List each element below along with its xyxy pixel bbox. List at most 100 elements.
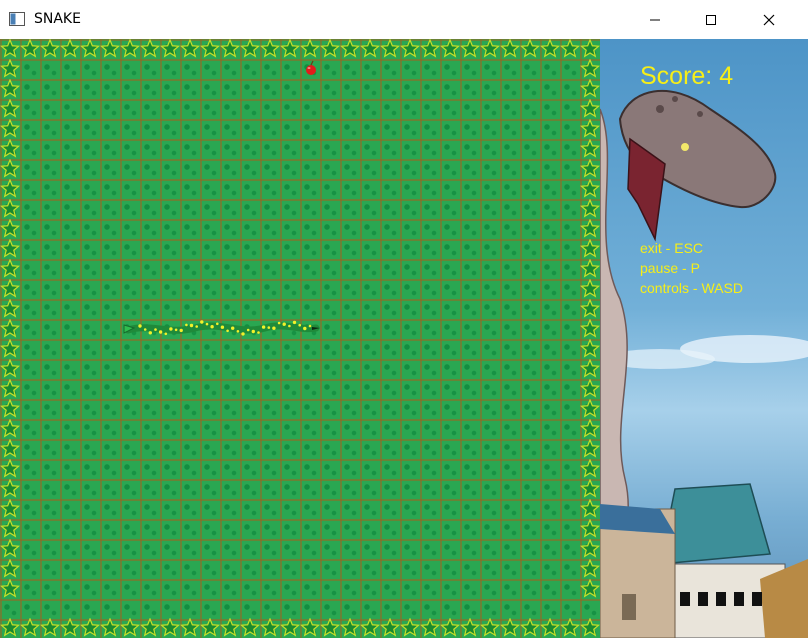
snake-spot xyxy=(261,325,266,329)
border-star-icon xyxy=(480,39,500,58)
app-window-icon xyxy=(9,12,25,26)
border-star-icon xyxy=(140,618,160,637)
border-star-icon xyxy=(240,618,260,637)
border-star-icon xyxy=(20,618,40,637)
close-icon xyxy=(763,14,775,25)
border-star-icon xyxy=(440,618,460,637)
snake-spot xyxy=(292,320,297,325)
border-star-icon xyxy=(440,39,460,58)
snake-spot xyxy=(138,324,142,328)
border-star-icon xyxy=(180,618,200,637)
snake-spot xyxy=(298,323,302,327)
border-star-icon xyxy=(540,618,560,637)
border-star-icon xyxy=(300,618,320,637)
snake-spot xyxy=(179,328,183,333)
border-star-icon xyxy=(540,39,560,58)
snake-spot xyxy=(226,329,229,333)
border-star-icon xyxy=(200,39,220,58)
border-star-icon xyxy=(40,39,60,58)
game-board[interactable] xyxy=(0,39,600,638)
border-star-icon xyxy=(380,618,400,637)
border-star-icon xyxy=(0,439,20,458)
snake-spot xyxy=(267,326,271,329)
border-star-icon xyxy=(60,39,80,58)
border-star-icon xyxy=(500,618,520,637)
help-exit: exit - ESC xyxy=(640,240,704,256)
snake-spot xyxy=(169,327,173,331)
border-star-icon xyxy=(280,39,300,58)
border-star-icon xyxy=(580,299,600,318)
snake-spot xyxy=(210,325,214,329)
border-star-icon xyxy=(0,499,20,518)
snake-spot xyxy=(164,332,168,336)
border-star-icon xyxy=(520,618,540,637)
minimize-button[interactable] xyxy=(632,0,678,39)
border-star-icon xyxy=(0,339,20,358)
snake-spot xyxy=(288,324,291,328)
border-star-icon xyxy=(460,39,480,58)
snake-spot xyxy=(189,323,194,328)
snake-spot xyxy=(216,322,219,326)
background-art xyxy=(600,89,808,638)
border-star-icon xyxy=(580,618,600,637)
snake-spot xyxy=(220,325,225,329)
snake-spot xyxy=(246,328,250,332)
border-star-icon xyxy=(0,459,20,478)
snake-spot xyxy=(236,330,240,333)
border-star-icon xyxy=(580,379,600,398)
border-star-icon xyxy=(0,179,20,198)
border-star-icon xyxy=(220,39,240,58)
minimize-icon xyxy=(650,19,660,20)
border-star-icon xyxy=(480,618,500,637)
border-star-icon xyxy=(160,39,180,58)
border-star-icon xyxy=(400,618,420,637)
snake-spot xyxy=(231,326,235,330)
border-star-icon xyxy=(580,279,600,298)
maximize-button[interactable] xyxy=(688,0,734,39)
border-star-icon xyxy=(0,279,20,298)
help-controls: controls - WASD xyxy=(640,280,743,296)
border-star-icon xyxy=(560,618,580,637)
side-panel: Score: 4 exit - ESC pause - P controls -… xyxy=(600,39,808,638)
border-star-icon xyxy=(100,39,120,58)
border-star-icon xyxy=(580,459,600,478)
border-star-icon xyxy=(580,499,600,518)
border-star-icon xyxy=(60,618,80,637)
border-star-icon xyxy=(0,159,20,178)
border-star-icon xyxy=(580,199,600,218)
border-star-icon xyxy=(180,39,200,58)
border-star-icon xyxy=(0,59,20,78)
border-star-icon xyxy=(580,439,600,458)
border-star-icon xyxy=(260,39,280,58)
snake-spot xyxy=(148,331,152,335)
game-client-area[interactable]: Score: 4 exit - ESC pause - P controls -… xyxy=(0,39,808,638)
snake-spot xyxy=(277,321,281,325)
snake-spot xyxy=(185,323,188,327)
border-star-icon xyxy=(0,618,20,637)
border-star-icon xyxy=(580,399,600,418)
border-star-icon xyxy=(0,479,20,498)
border-star-icon xyxy=(300,39,320,58)
border-star-icon xyxy=(360,618,380,637)
snake-spot xyxy=(308,324,312,328)
border-star-icon xyxy=(40,618,60,637)
border-star-icon xyxy=(580,239,600,258)
border-star-icon xyxy=(320,618,340,637)
close-button[interactable] xyxy=(746,0,792,39)
border-star-icon xyxy=(500,39,520,58)
border-star-icon xyxy=(580,319,600,338)
snake-spot xyxy=(200,320,204,324)
border-star-icon xyxy=(340,618,360,637)
border-star-icon xyxy=(580,579,600,598)
border-star-icon xyxy=(0,539,20,558)
border-star-icon xyxy=(580,79,600,98)
border-star-icon xyxy=(200,618,220,637)
border-star-icon xyxy=(0,419,20,438)
border-star-icon xyxy=(580,559,600,578)
snake-spot xyxy=(282,322,286,326)
score-label: Score: 4 xyxy=(640,62,734,90)
border-star-icon xyxy=(0,399,20,418)
border-star-icon xyxy=(0,259,20,278)
border-star-icon xyxy=(220,618,240,637)
window-title: SNAKE xyxy=(34,11,81,27)
